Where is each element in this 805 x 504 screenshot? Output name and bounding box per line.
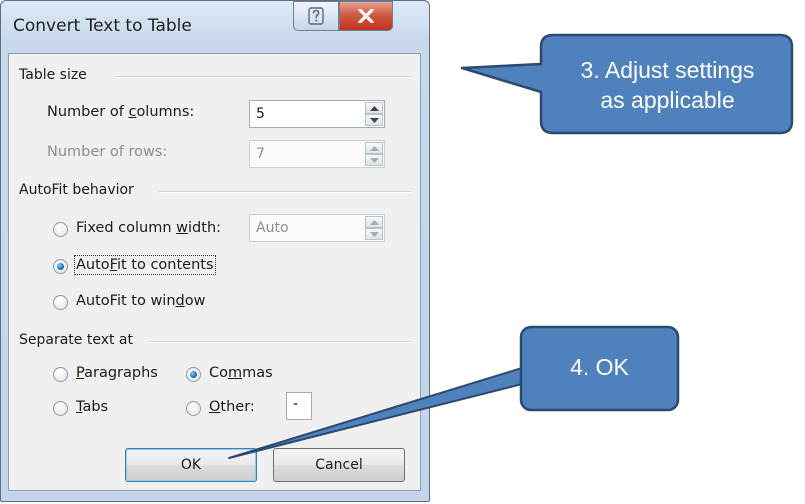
fixed-width-radio[interactable]: [53, 222, 68, 237]
autofit-header: AutoFit behavior: [19, 182, 134, 198]
tabs-radio[interactable]: [53, 401, 68, 416]
help-button[interactable]: [293, 1, 339, 31]
autofit-window-label: AutoFit to window: [76, 293, 206, 309]
ok-button[interactable]: OK: [125, 448, 257, 482]
autofit-window-radio[interactable]: [53, 295, 68, 310]
fixed-width-label: Fixed column width:: [76, 220, 222, 236]
columns-up-arrow[interactable]: [365, 102, 383, 114]
close-x-icon: [358, 9, 374, 23]
fixed-width-up-arrow: [365, 216, 383, 228]
rows-label: Number of rows:: [47, 144, 168, 160]
callout-adjust-line2: as applicable: [600, 87, 735, 113]
rows-value: 7: [256, 146, 265, 162]
group-divider: [115, 76, 411, 78]
commas-radio[interactable]: [186, 367, 201, 382]
paragraphs-label: Paragraphs: [76, 365, 158, 381]
separate-header: Separate text at: [19, 332, 134, 348]
other-label: Other:: [209, 399, 255, 415]
columns-spinbox[interactable]: 5: [249, 100, 385, 128]
rows-spinbox: 7: [249, 140, 385, 168]
group-divider: [159, 191, 411, 193]
convert-text-to-table-dialog: Convert Text to Table Table size Number …: [0, 0, 430, 502]
columns-value: 5: [256, 106, 265, 122]
other-radio[interactable]: [186, 401, 201, 416]
fixed-width-spinbox: Auto: [249, 214, 385, 242]
fixed-width-value: Auto: [256, 220, 289, 236]
close-button[interactable]: [339, 1, 393, 31]
rows-up-arrow: [365, 142, 383, 154]
table-size-header: Table size: [19, 67, 87, 83]
rows-down-arrow: [365, 154, 383, 166]
columns-down-arrow[interactable]: [365, 114, 383, 126]
dialog-body: Table size Number of columns: 5 Number o…: [8, 53, 421, 491]
question-mark-icon: [308, 7, 324, 25]
columns-label: Number of columns:: [47, 104, 195, 120]
cancel-button[interactable]: Cancel: [273, 448, 405, 482]
dialog-title: Convert Text to Table: [13, 16, 192, 36]
callout-adjust-text: 3. Adjust settings as applicable: [545, 55, 790, 115]
callout-adjust-line1: 3. Adjust settings: [580, 57, 755, 83]
commas-label: Commas: [209, 365, 273, 381]
callout-ok-text: 4. OK: [570, 354, 629, 380]
paragraphs-radio[interactable]: [53, 367, 68, 382]
other-separator-input[interactable]: -: [286, 392, 312, 420]
tabs-label: Tabs: [76, 399, 109, 415]
autofit-contents-radio[interactable]: [53, 259, 68, 274]
group-divider: [149, 341, 411, 343]
fixed-width-down-arrow: [365, 228, 383, 240]
autofit-contents-label: AutoFit to contents: [74, 255, 216, 275]
